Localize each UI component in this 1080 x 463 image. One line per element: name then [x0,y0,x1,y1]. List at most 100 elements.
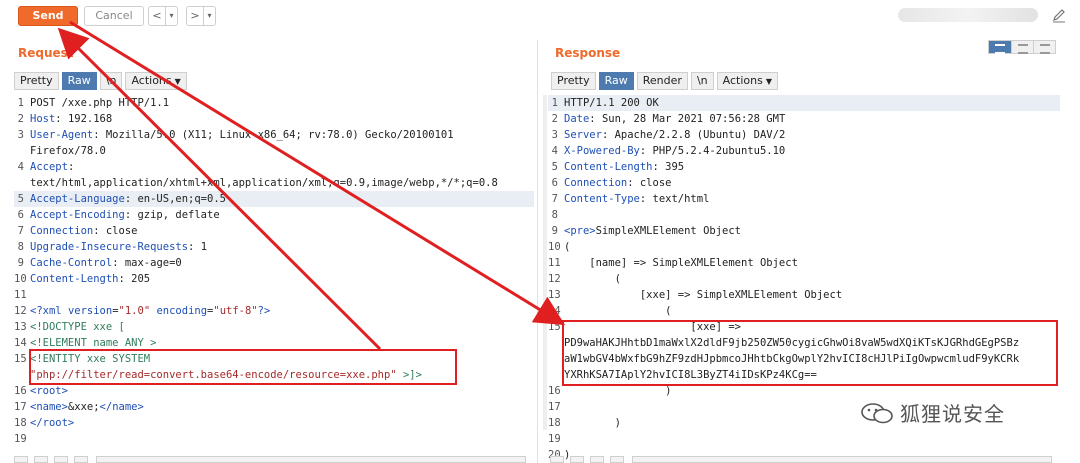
request-code-line: 2 Host: 192.168 [14,111,534,127]
line-number: 10 [14,273,27,285]
back-button[interactable]: < [149,7,165,25]
code-token: : Apache/2.2.8 (Ubuntu) DAV/2 [601,129,786,141]
settings-icon[interactable] [550,456,564,463]
line-number: 11 [548,257,561,269]
code-token: : max-age=0 [112,257,182,269]
request-tabs: Pretty Raw \n Actions ▼ [14,72,187,90]
line-text: Firefox/78.0 [30,143,534,159]
watermark: 狐狸说安全 [860,398,1005,427]
line-text: ( [564,239,1060,255]
line-number: 4 [17,161,24,173]
code-token: </root> [30,417,75,429]
response-code-line: 1 HTTP/1.1 200 OK [548,95,1060,111]
code-token: SimpleXMLElement Object [595,225,742,237]
line-text: Accept: [30,159,534,175]
next-icon[interactable] [74,456,88,463]
line-text [564,207,1060,223]
response-actions-button[interactable]: Actions ▼ [716,72,778,90]
request-code-line: 1 POST /xxe.php HTTP/1.1 [14,95,534,111]
response-tab-raw[interactable]: Raw [598,72,634,90]
response-tab-pretty[interactable]: Pretty [551,72,596,90]
line-number: 13 [548,289,561,301]
send-button[interactable]: Send [18,6,78,26]
line-text: Upgrade-Insecure-Requests: 1 [30,239,534,255]
request-code-line: 6 Accept-Encoding: gzip, deflate [14,207,534,223]
request-code-line: 18 </root> [14,415,534,431]
layout-tabs-icon[interactable] [1033,41,1055,54]
settings-icon[interactable] [14,456,28,463]
line-text: Content-Type: text/html [564,191,1060,207]
line-text: ( [564,271,1060,287]
response-code-line: 6 Connection: close [548,175,1060,191]
history-forward-group: > ▾ [186,6,216,26]
code-token: : 205 [118,273,151,285]
line-text: HTTP/1.1 200 OK [564,95,1060,111]
forward-button[interactable]: > [187,7,203,25]
code-token: Firefox/78.0 [30,145,106,157]
code-token: ( [564,241,571,253]
line-text: <root> [30,383,534,399]
code-token: POST /xxe.php HTTP/1.1 [30,97,170,109]
code-token: Host [30,113,56,125]
help-icon[interactable] [34,456,48,463]
next-icon[interactable] [610,456,624,463]
code-token: </name> [99,401,144,413]
line-number: 18 [548,417,561,429]
line-text: </root> [30,415,534,431]
forward-dropdown-icon[interactable]: ▾ [203,7,215,25]
line-number [14,367,30,383]
back-dropdown-icon[interactable]: ▾ [165,7,177,25]
request-code-line: 9 Cache-Control: max-age=0 [14,255,534,271]
previous-icon[interactable] [590,456,604,463]
request-title: Request [18,46,74,60]
line-number: 19 [548,433,561,445]
line-text: Accept-Encoding: gzip, deflate [30,207,534,223]
code-token: Accept [30,161,68,173]
line-number: 7 [17,225,24,237]
chevron-down-icon: ▼ [765,77,772,86]
request-editor[interactable]: 1 POST /xxe.php HTTP/1.1 2 Host: 192.168 3 Us… [14,95,534,447]
line-number: 12 [14,305,27,317]
code-token: Connection [564,177,628,189]
code-token: Content-Length [564,161,653,173]
response-tab-render[interactable]: Render [636,72,688,90]
response-tab-newline[interactable]: \n [690,72,714,90]
request-tab-newline[interactable]: \n [99,72,123,90]
code-token: User-Agent [30,129,94,141]
line-number: 6 [17,209,24,221]
history-back-group: < ▾ [148,6,178,26]
pane-divider[interactable] [537,40,538,463]
cancel-button[interactable]: Cancel [84,6,144,26]
response-code-line: 7 Content-Type: text/html [548,191,1060,207]
response-code-line: 3 Server: Apache/2.2.8 (Ubuntu) DAV/2 [548,127,1060,143]
response-code-line: 8 [548,207,1060,223]
response-code-line: 10( [548,239,1060,255]
layout-stacked-icon[interactable] [1011,41,1033,54]
code-token: : close [93,225,138,237]
code-token: encoding [156,305,208,317]
line-number: 11 [14,289,27,301]
previous-icon[interactable] [54,456,68,463]
line-text: [name] => SimpleXMLElement Object [564,255,1060,271]
code-token: ( [564,273,621,285]
line-number: 2 [17,113,24,125]
code-token: : Sun, 28 Mar 2021 07:56:28 GMT [589,113,786,125]
edit-target-pencil-icon[interactable] [1050,6,1068,24]
code-token: : [67,161,75,173]
line-number: 8 [551,209,558,221]
request-search-input[interactable] [96,456,526,463]
request-tab-raw[interactable]: Raw [61,72,97,90]
line-number: 5 [17,193,24,205]
line-text: Cache-Control: max-age=0 [30,255,534,271]
response-tabs: Pretty Raw Render \n Actions ▼ [551,72,778,90]
request-tab-pretty[interactable]: Pretty [14,72,59,90]
help-icon[interactable] [570,456,584,463]
code-token: Content-Length [30,273,119,285]
request-code-line: 3 User-Agent: Mozilla/5.0 (X11; Linux x86… [14,127,534,143]
request-code-line: Firefox/78.0 [14,143,534,159]
response-code-line: 4 X-Powered-By: PHP/5.2.4-2ubuntu5.10 [548,143,1060,159]
layout-side-by-side-icon[interactable] [989,41,1011,54]
response-search-input[interactable] [632,456,1052,463]
request-actions-button[interactable]: Actions ▼ [125,72,187,90]
line-text: <pre>SimpleXMLElement Object [564,223,1060,239]
